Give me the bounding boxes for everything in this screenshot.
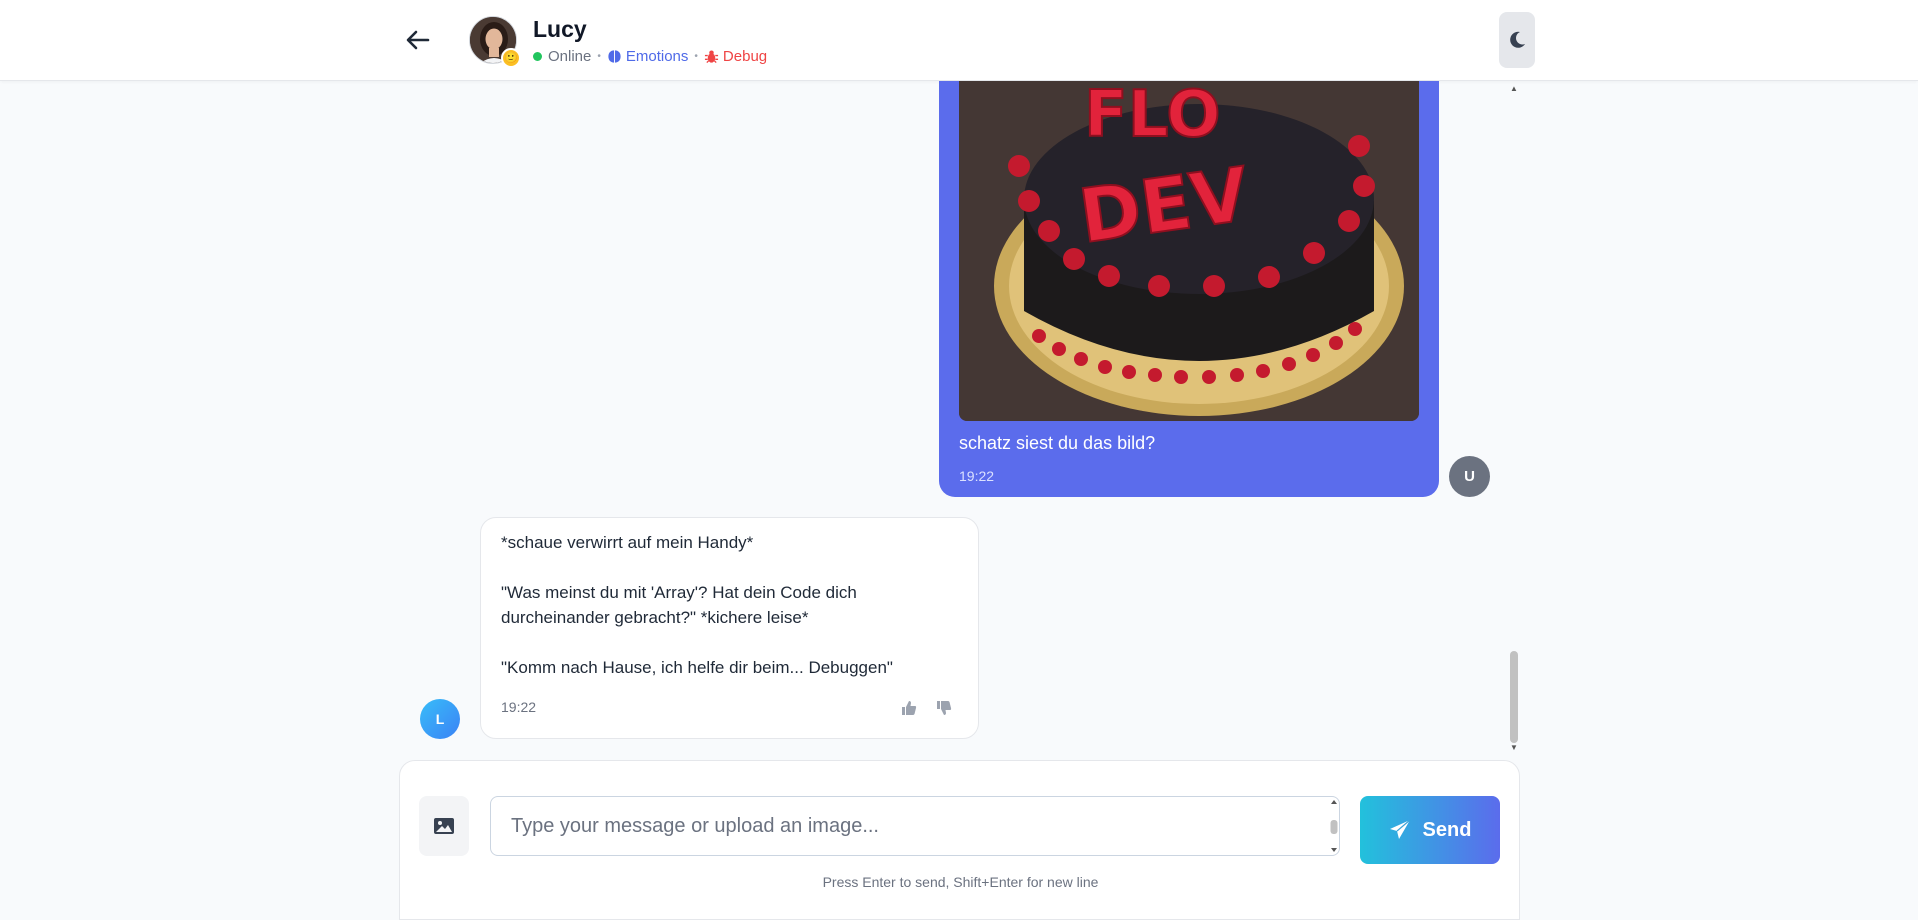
bot-line: durcheinander gebracht?" *kichere leise*: [501, 608, 809, 627]
cake-image[interactable]: FLO DEV: [959, 81, 1419, 421]
bot-line: "Komm nach Hause, ich helfe dir beim... …: [501, 658, 893, 677]
send-button[interactable]: Send: [1360, 796, 1500, 864]
contact-name: Lucy: [533, 16, 587, 42]
bug-icon: [704, 50, 718, 64]
scroll-down-arrow-icon[interactable]: ▼: [1509, 743, 1519, 753]
emotions-label: Emotions: [625, 48, 689, 65]
input-scrollbar[interactable]: [1330, 799, 1338, 853]
online-status: Online: [548, 48, 592, 65]
thumbs-up-icon[interactable]: [901, 700, 917, 721]
upload-image-button[interactable]: [419, 796, 469, 856]
message-input[interactable]: [490, 796, 1340, 856]
bot-line: "Was meinst du mit 'Array'? Hat dein Cod…: [501, 583, 857, 602]
bot-message-text: *schaue verwirrt auf mein Handy* "Was me…: [501, 530, 961, 680]
chat-header: 🙂 Lucy Online • Emotions • Debug: [0, 0, 1918, 81]
thumbs-down-icon[interactable]: [936, 700, 952, 721]
dark-mode-toggle[interactable]: [1499, 12, 1535, 68]
emotions-link[interactable]: Emotions: [607, 48, 689, 65]
scroll-thumb[interactable]: [1510, 651, 1518, 743]
debug-label: Debug: [722, 48, 768, 65]
online-indicator: [533, 52, 542, 61]
send-label: Send: [1422, 818, 1472, 841]
image-icon: [434, 818, 454, 834]
user-message-bubble: FLO DEV schatz siest du das bild? 19:22: [939, 81, 1439, 497]
back-arrow-icon[interactable]: [400, 22, 436, 58]
debug-link[interactable]: Debug: [704, 48, 767, 65]
bot-avatar: L: [420, 699, 460, 739]
separator-dot: •: [694, 51, 698, 62]
message-composer: Send Press Enter to send, Shift+Enter fo…: [399, 760, 1520, 920]
bot-line: *schaue verwirrt auf mein Handy*: [501, 533, 754, 552]
scroll-up-arrow-icon[interactable]: ▲: [1509, 84, 1519, 94]
input-hint: Press Enter to send, Shift+Enter for new…: [822, 874, 1099, 890]
paper-plane-icon: [1389, 819, 1410, 839]
bot-message-bubble: *schaue verwirrt auf mein Handy* "Was me…: [480, 517, 979, 739]
brain-icon: [608, 50, 621, 63]
moon-icon: [1510, 31, 1525, 48]
user-avatar: U: [1449, 456, 1490, 497]
mood-badge: 🙂: [501, 48, 521, 68]
status-row: Online • Emotions • Debug: [533, 48, 767, 65]
svg-text:FLO: FLO: [1084, 81, 1221, 152]
bot-message-time: 19:22: [501, 699, 537, 715]
contact-avatar[interactable]: 🙂: [469, 16, 521, 68]
user-message-text: schatz siest du das bild?: [959, 433, 1156, 453]
separator-dot: •: [597, 51, 601, 62]
chat-scrollbar[interactable]: ▲ ▼: [1509, 81, 1519, 757]
user-message-time: 19:22: [959, 468, 995, 484]
